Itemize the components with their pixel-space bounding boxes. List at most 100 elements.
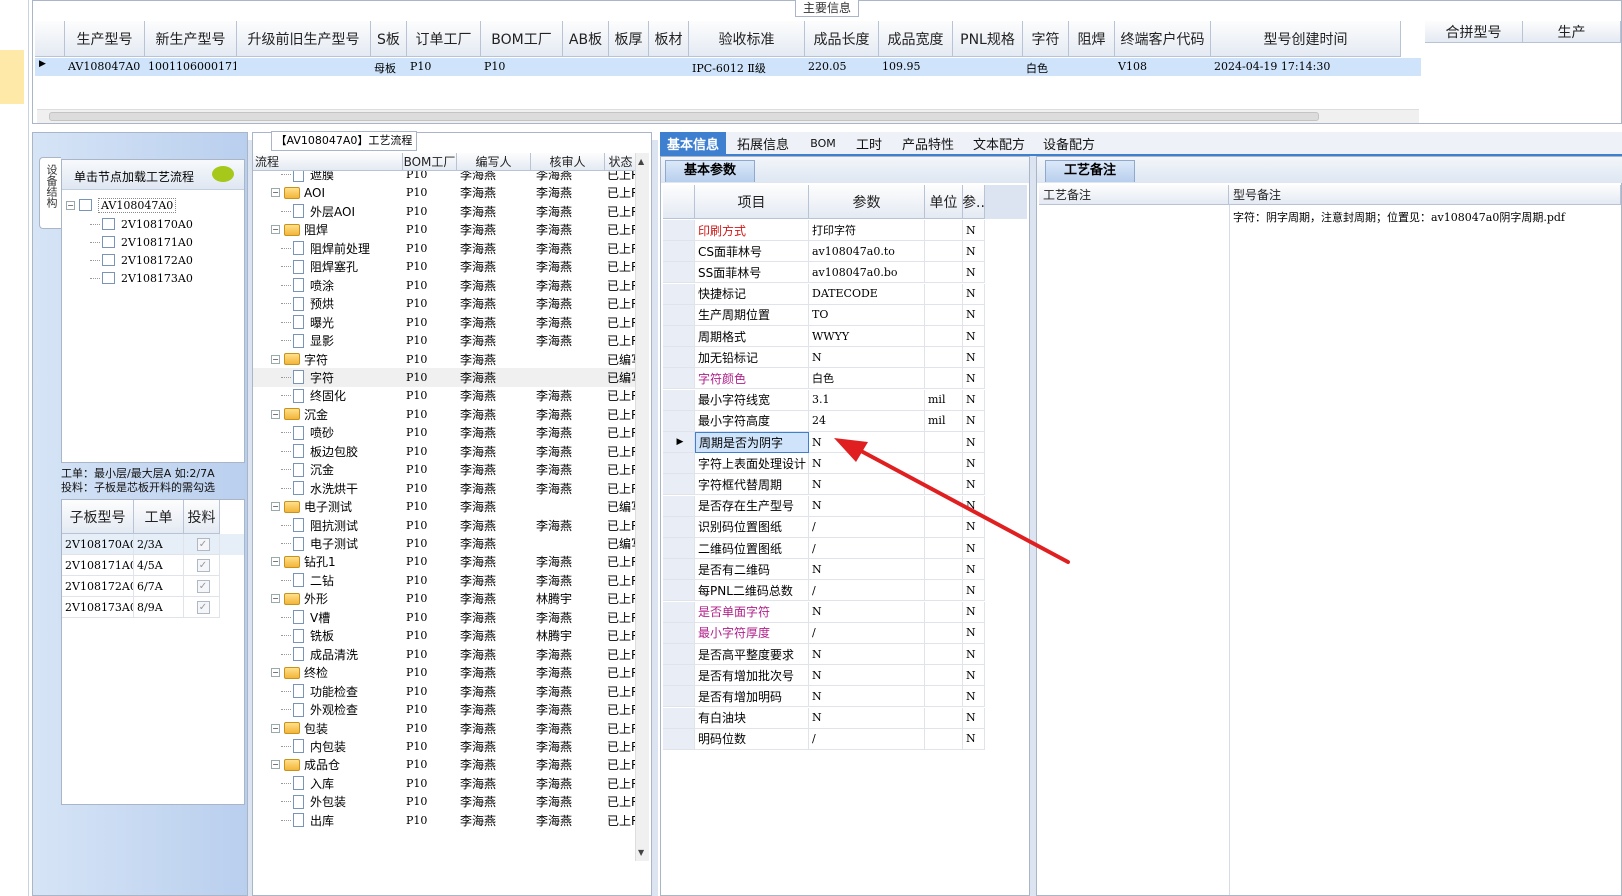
subtab-basic-params[interactable]: 基本参数 xyxy=(665,160,755,182)
param-value[interactable]: / xyxy=(809,622,925,644)
process-row[interactable]: 终固化 P10 李海燕 李海燕 已上R xyxy=(253,386,637,405)
param-value[interactable]: N xyxy=(809,686,925,708)
param-row[interactable]: 最小字符厚度 / N xyxy=(663,622,1027,644)
main-col-header[interactable]: AB板 xyxy=(563,21,609,57)
param-row[interactable]: 生产周期位置 TO N xyxy=(663,304,1027,326)
process-row[interactable]: 阻焊前处理 P10 李海燕 李海燕 已上R xyxy=(253,239,637,258)
param-value[interactable]: / xyxy=(809,728,925,750)
main-col-header[interactable]: 新生产型号 xyxy=(145,21,237,57)
param-row[interactable]: 每PNL二维码总数 / N xyxy=(663,580,1027,602)
process-col-header[interactable]: 状态 xyxy=(605,153,637,171)
expand-icon[interactable]: − xyxy=(271,594,280,604)
param-value[interactable]: N xyxy=(809,707,925,729)
main-col-header[interactable]: 型号创建时间 xyxy=(1211,21,1401,57)
process-row[interactable]: 曝光 P10 李海燕 李海燕 已上R xyxy=(253,313,637,332)
process-row[interactable]: 铣板 P10 李海燕 林腾宇 已上R xyxy=(253,626,637,645)
tab-2[interactable]: BOM xyxy=(800,132,846,154)
main-col-header[interactable]: S板 xyxy=(371,21,407,57)
tab-5[interactable]: 文本配方 xyxy=(964,132,1034,154)
expand-icon[interactable]: − xyxy=(271,723,280,733)
param-value[interactable]: N xyxy=(809,665,925,687)
expand-icon[interactable]: − xyxy=(271,409,280,419)
tab-0[interactable]: 基本信息 xyxy=(660,132,726,154)
process-row[interactable]: 字符 P10 李海燕 已编写 xyxy=(253,367,637,387)
main-col-header[interactable]: PNL规格 xyxy=(953,21,1023,57)
main-cell[interactable]: P10 xyxy=(410,60,480,73)
process-row[interactable]: 二钻 P10 李海燕 李海燕 已上R xyxy=(253,571,637,590)
main-cell[interactable]: 109.95 xyxy=(882,60,952,73)
main-col-header[interactable]: 字符 xyxy=(1023,21,1069,57)
param-value[interactable]: 24 xyxy=(809,410,925,432)
sub-col-header[interactable]: 投料 xyxy=(184,500,220,534)
tab-6[interactable]: 设备配方 xyxy=(1034,132,1104,154)
param-value[interactable]: N xyxy=(809,601,925,623)
params-col-header[interactable]: 参数 xyxy=(809,185,925,219)
feed-checkbox[interactable]: ✓ xyxy=(196,558,210,572)
horizontal-scrollbar[interactable] xyxy=(37,109,1419,123)
param-value[interactable]: / xyxy=(809,580,925,602)
process-row[interactable]: − 包装 P10 李海燕 李海燕 已上R xyxy=(253,719,637,738)
param-value[interactable]: WWYY xyxy=(809,326,925,347)
process-row[interactable]: 外观检查 P10 李海燕 李海燕 已上R xyxy=(253,700,637,719)
mid-splitter[interactable] xyxy=(652,140,658,896)
main-col-header[interactable]: 订单工厂 xyxy=(407,21,481,57)
process-row[interactable]: − 沉金 P10 李海燕 李海燕 已上R xyxy=(253,405,637,424)
main-col-header[interactable]: 升级前旧生产型号 xyxy=(237,21,371,57)
process-row[interactable]: − 电子测试 P10 李海燕 已编写 xyxy=(253,497,637,516)
main-col-header[interactable]: 成品宽度 xyxy=(879,21,953,57)
process-row[interactable]: 出库 P10 李海燕 李海燕 已上R xyxy=(253,811,637,830)
process-row[interactable]: − 外形 P10 李海燕 林腾宇 已上R xyxy=(253,589,637,608)
expand-icon[interactable]: − xyxy=(271,760,280,770)
main-col-header[interactable]: 阻焊 xyxy=(1069,21,1115,57)
process-row[interactable]: 成品清洗 P10 李海燕 李海燕 已上R xyxy=(253,645,637,664)
main-cell[interactable]: 220.05 xyxy=(808,60,878,73)
process-row[interactable]: − 字符 P10 李海燕 已编写 xyxy=(253,350,637,369)
tab-1[interactable]: 拓展信息 xyxy=(726,132,800,154)
params-col-header[interactable]: 项目 xyxy=(695,185,809,219)
process-row[interactable]: − 成品仓 P10 李海燕 李海燕 已上R xyxy=(253,755,637,774)
process-row[interactable]: − 阻焊 P10 李海燕 李海燕 已上R xyxy=(253,220,637,239)
main-col-header[interactable]: 生产型号 xyxy=(65,21,145,57)
process-col-header[interactable]: 流程 xyxy=(253,153,403,171)
expand-icon[interactable]: − xyxy=(271,354,280,364)
param-row[interactable]: 明码位数 / N xyxy=(663,728,1027,750)
param-row[interactable]: SS面菲林号 av108047a0.bo N xyxy=(663,262,1027,284)
feed-checkbox[interactable]: ✓ xyxy=(196,600,210,614)
param-value[interactable]: TO xyxy=(809,304,925,326)
expand-icon[interactable]: − xyxy=(271,502,280,512)
process-row[interactable]: 电子测试 P10 李海燕 已编写 xyxy=(253,534,637,553)
process-col-header[interactable]: 编写人 xyxy=(457,153,531,171)
tab-3[interactable]: 工时 xyxy=(846,132,892,154)
process-row[interactable]: 喷砂 P10 李海燕 李海燕 已上R xyxy=(253,423,637,442)
param-value[interactable]: 白色 xyxy=(809,368,925,390)
process-row[interactable]: V槽 P10 李海燕 李海燕 已上R xyxy=(253,608,637,627)
model-remark-text[interactable]: 字符：阴字周期，注意封周期；位置见：av108047a0阴字周期.pdf xyxy=(1233,209,1621,225)
main-cell[interactable]: AV108047A0 xyxy=(68,60,144,73)
main-cell[interactable]: 10011060001719 xyxy=(148,60,236,73)
param-value[interactable]: N xyxy=(809,347,925,369)
sub-board-row[interactable]: 2V108170A0 2/3A ✓ xyxy=(62,534,244,555)
param-value[interactable]: DATECODE xyxy=(809,283,925,305)
main-cell[interactable]: P10 xyxy=(484,60,562,73)
process-row[interactable]: 入库 P10 李海燕 李海燕 已上R xyxy=(253,774,637,793)
param-row[interactable]: 加无铅标记 N N xyxy=(663,347,1027,369)
process-row[interactable]: 阻抗测试 P10 李海燕 李海燕 已上R xyxy=(253,516,637,535)
process-col-header[interactable]: BOM工厂 xyxy=(403,153,457,171)
tree-child-node[interactable]: 2V108172A0 xyxy=(90,251,193,269)
tab-4[interactable]: 产品特性 xyxy=(892,132,964,154)
process-row[interactable]: 板边包胶 P10 李海燕 李海燕 已上R xyxy=(253,442,637,461)
merge-col-header[interactable]: 生产 xyxy=(1523,21,1621,43)
sub-board-row[interactable]: 2V108173A0 8/9A ✓ xyxy=(62,597,244,618)
param-row[interactable]: 是否单面字符 N N xyxy=(663,601,1027,623)
main-col-header[interactable]: 板材 xyxy=(649,21,689,57)
param-row[interactable]: 字符颜色 白色 N xyxy=(663,368,1027,390)
process-row[interactable]: 外包装 P10 李海燕 李海燕 已上R xyxy=(253,792,637,811)
expand-icon[interactable]: − xyxy=(271,188,280,198)
sub-col-header[interactable]: 子板型号 xyxy=(62,500,134,534)
process-row[interactable]: 内包装 P10 李海燕 李海燕 已上R xyxy=(253,737,637,756)
process-tree[interactable]: 遮膜 P10 李海燕 李海燕 已上R − AOI P10 李海燕 李海燕 已上R 外层AOI P10 李海… xyxy=(253,171,637,861)
tree-child-node[interactable]: 2V108171A0 xyxy=(90,233,193,251)
param-value[interactable]: av108047a0.bo xyxy=(809,262,925,284)
merge-col-header[interactable]: 合拼型号 xyxy=(1425,21,1523,43)
process-row[interactable]: 水洗烘干 P10 李海燕 李海燕 已上R xyxy=(253,479,637,498)
